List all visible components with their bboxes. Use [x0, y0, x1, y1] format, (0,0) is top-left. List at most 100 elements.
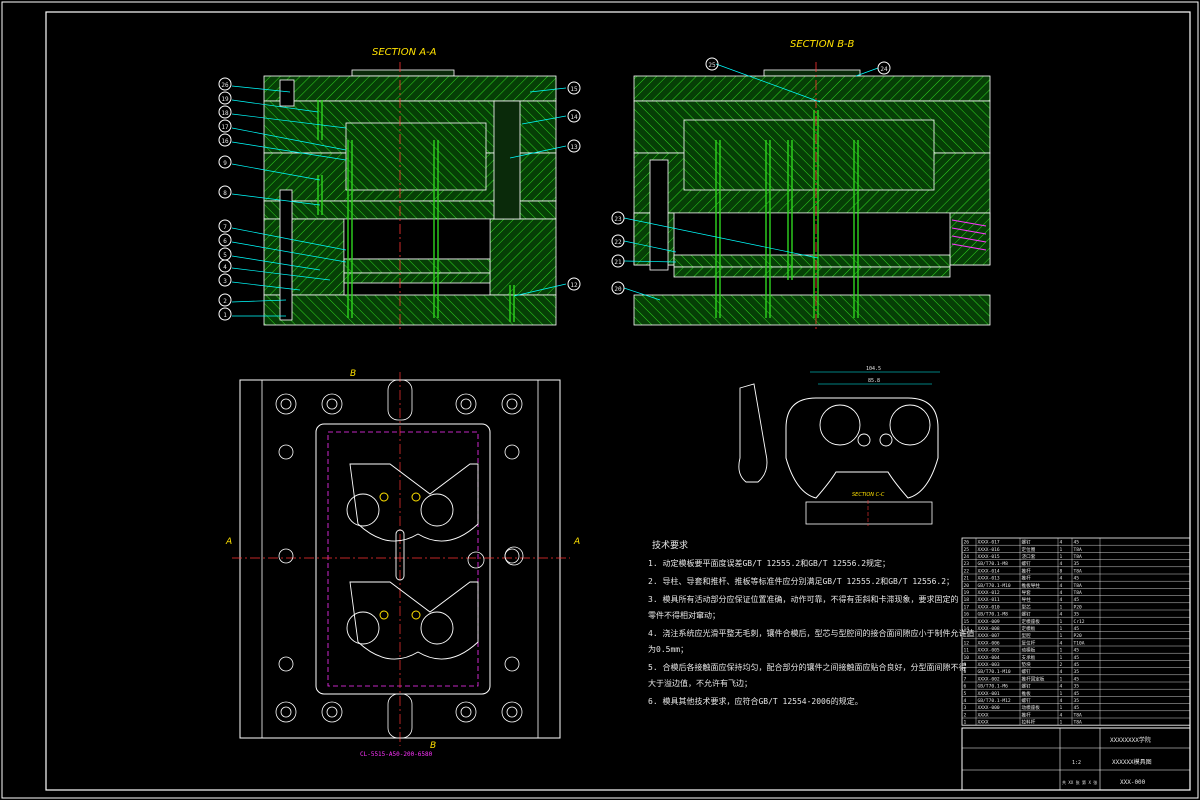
bom-cell: 1 — [1060, 619, 1063, 625]
bom-cell: 45 — [1074, 705, 1080, 711]
bom-cell: 推杆固定板 — [1022, 675, 1045, 682]
tech-note: 大于溢边值，不允许有飞边； — [648, 678, 752, 688]
bom-cell: GB/T70.1-M8 — [978, 612, 1009, 618]
bom-cell: 导柱 — [1022, 596, 1032, 603]
tech-note: 1. 动定模板要平面度误差GB/T 12555.2和GB/T 12556.2规定… — [648, 558, 890, 568]
bom-cell: 螺钉 — [1022, 683, 1032, 690]
bom-cell: 6 — [964, 684, 967, 690]
bom-cell: 45 — [1074, 540, 1080, 546]
bom-cell: 35 — [1074, 698, 1080, 704]
tech-note: 2. 导柱、导套和推杆、推板等标准件应分别满足GB/T 12555.2和GB/T… — [648, 576, 954, 586]
bom-cell: 35 — [1074, 612, 1080, 618]
bom-cell: 21 — [964, 576, 970, 582]
bom-cell: 动模座板 — [1022, 704, 1041, 711]
bom-cell: 16 — [964, 612, 970, 618]
bom-cell: 1 — [1060, 547, 1063, 553]
bom-cell: 1 — [1060, 626, 1063, 632]
bom-cell: 推杆 — [1022, 575, 1032, 582]
section-a-left-callouts: 26 19 18 17 16 9 8 7 6 5 4 3 2 1 — [218, 77, 232, 321]
bom-cell: 4 — [1060, 583, 1063, 589]
part-views: 104.5 85.8 SECTION C-C — [738, 366, 940, 526]
bom-cell: 4 — [1060, 698, 1063, 704]
bom-cell: 4 — [1060, 590, 1063, 596]
bom-cell: XXXX-017 — [978, 540, 1000, 546]
bom-cell: XXXX-012 — [978, 590, 1000, 596]
sheet-frame-inner — [45, 11, 1191, 791]
svg-text:5: 5 — [223, 252, 227, 259]
bom-cell: 4 — [1060, 640, 1063, 646]
bom-cell: T8A — [1074, 583, 1083, 589]
svg-text:2: 2 — [223, 298, 227, 305]
bom-cell: XXXX-009 — [978, 619, 1000, 625]
svg-text:3: 3 — [223, 278, 227, 285]
bom-cell: XXXX-013 — [978, 576, 1000, 582]
bom-cell: T8A — [1074, 712, 1083, 718]
bom-cell: 推板 — [1022, 690, 1032, 697]
bom-cell: XXXX — [978, 712, 989, 718]
section-a-right-callouts: 15 14 13 12 — [567, 81, 581, 291]
bom-cell: 推杆 — [1022, 567, 1032, 574]
bom-cell: P20 — [1074, 633, 1083, 639]
svg-text:8: 8 — [223, 190, 227, 197]
bom-cell: XXXX — [978, 720, 989, 726]
tech-note: 6. 模具其他技术要求，应符合GB/T 12554-2006的规定。 — [648, 696, 863, 706]
bom-cell: 复位杆 — [1022, 639, 1036, 646]
bom-cell: 1 — [1060, 655, 1063, 661]
tech-note: 3. 模具所有活动部分应保证位置准确，动作可靠，不得有歪斜和卡滞现象，要求固定的 — [648, 594, 958, 604]
svg-text:12: 12 — [570, 282, 578, 289]
bom-cell: T8A — [1074, 720, 1083, 726]
title-block: XXXXXXXX学院 XXXXXX模具图 XXX-000 1:2 共 XX 张 … — [961, 727, 1191, 791]
bom-cell: 17 — [964, 604, 970, 610]
bom-cell: GB/T70.1-M10 — [978, 583, 1011, 589]
tech-note: 为0.5mm； — [648, 644, 688, 654]
bom-cell: XXXX-010 — [978, 604, 1000, 610]
bom-cell: 动模板 — [1022, 647, 1036, 654]
bom-cell: 24 — [964, 554, 970, 560]
bom-cell: 型芯 — [1022, 603, 1032, 610]
tech-note: 零件不得相对窜动； — [648, 610, 720, 620]
bom-cell: XXXX-005 — [978, 648, 1000, 654]
svg-text:4: 4 — [223, 264, 227, 271]
bom-cell: XXXX-006 — [978, 640, 1000, 646]
bom-cell: 45 — [1074, 576, 1080, 582]
bom-cell: 螺钉 — [1022, 697, 1032, 704]
bom-cell: 2 — [964, 712, 967, 718]
svg-text:15: 15 — [570, 86, 578, 93]
section-b-view: SECTION B-B 25 24 23 22 21 20 — [611, 39, 991, 332]
bom-cell: 8 — [964, 669, 967, 675]
section-b-title: SECTION B-B — [790, 39, 855, 50]
bom-cell: 45 — [1074, 691, 1080, 697]
bom-cell: 4 — [1060, 669, 1063, 675]
bom-cell: 4 — [1060, 576, 1063, 582]
plan-cut-bottom: B — [430, 741, 436, 751]
plan-cut-right: A — [573, 537, 580, 547]
section-a-view: SECTION A-A 26 19 18 17 16 9 8 7 6 5 4 3… — [218, 47, 581, 332]
cad-drawing: SECTION A-A 26 19 18 17 16 9 8 7 6 5 4 3… — [1, 1, 1199, 799]
bom-cell: XXXX-002 — [978, 676, 1000, 682]
bom-cell: 35 — [1074, 669, 1080, 675]
svg-text:20: 20 — [614, 286, 622, 293]
bom-cell: 45 — [1074, 676, 1080, 682]
bom-cell: 35 — [1074, 684, 1080, 690]
bom-cell: 1 — [1060, 691, 1063, 697]
bom-cell: 定模板 — [1022, 625, 1036, 632]
svg-text:18: 18 — [221, 110, 229, 117]
svg-text:24: 24 — [880, 66, 888, 73]
bom-cell: XXXX-001 — [978, 691, 1000, 697]
bom-cell: T8A — [1074, 554, 1083, 560]
bom-cell: 14 — [964, 626, 970, 632]
bom-cell: T8A — [1074, 547, 1083, 553]
bom-cell: 1 — [1060, 676, 1063, 682]
bom-cell: 4 — [1060, 561, 1063, 567]
bom-cell: 型腔 — [1022, 632, 1032, 639]
svg-text:14: 14 — [570, 114, 578, 121]
bom-cell: 拉料杆 — [1022, 719, 1036, 726]
title-name: XXXXXX模具图 — [1112, 758, 1152, 766]
bom-cell: 推杆 — [1022, 711, 1032, 718]
bom-cell: 螺钉 — [1022, 611, 1032, 618]
bom-cell: 1 — [964, 720, 967, 726]
bom-cell: 23 — [964, 561, 970, 567]
bom-cell: 1 — [1060, 720, 1063, 726]
plan-cut-top: B — [350, 369, 356, 379]
bom-cell: 螺钉 — [1022, 668, 1032, 675]
